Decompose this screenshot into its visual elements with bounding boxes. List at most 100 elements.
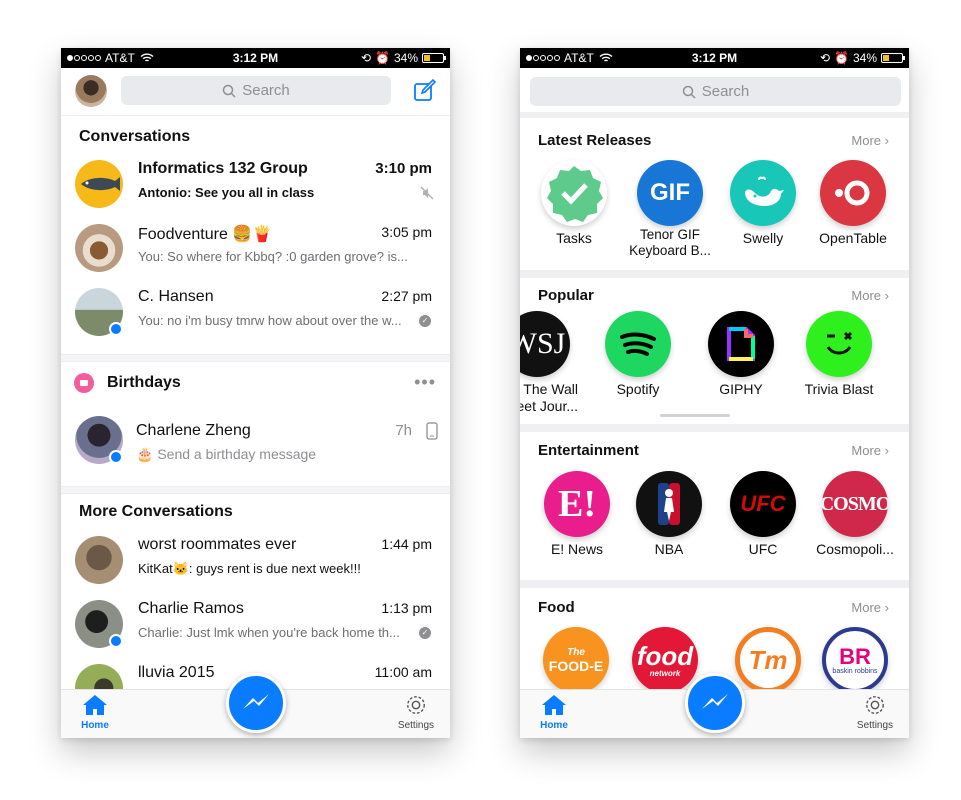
- tab-home[interactable]: Home: [524, 694, 584, 731]
- alarm-icon: ⏰: [375, 51, 390, 65]
- app-opentable[interactable]: OpenTable: [808, 160, 898, 247]
- app-swelly[interactable]: Swelly: [718, 160, 808, 247]
- section-divider: [520, 580, 909, 588]
- section-title-food: Food: [538, 599, 575, 616]
- status-bar: AT&T 3:12 PM ⟲ ⏰ 34%: [520, 48, 909, 68]
- app-giphy[interactable]: GIPHY: [696, 311, 786, 398]
- section-title-latest-releases: Latest Releases: [538, 132, 652, 149]
- app-tasks[interactable]: Tasks: [529, 160, 619, 247]
- profile-avatar[interactable]: [75, 75, 107, 107]
- rotation-lock-icon: ⟲: [819, 51, 831, 65]
- compose-icon[interactable]: [413, 79, 437, 103]
- gear-icon: [407, 696, 425, 714]
- horizontal-scroll-indicator: [660, 414, 730, 417]
- messenger-badge-icon: [109, 450, 123, 464]
- conversation-row[interactable]: Informatics 132 Group Antonio: See you a…: [61, 154, 450, 218]
- group-avatar: [75, 224, 123, 272]
- messenger-bolt-icon: [701, 694, 728, 709]
- more-options-icon[interactable]: •••: [414, 372, 436, 393]
- home-icon: [83, 695, 107, 715]
- messenger-home-screen: AT&T 3:12 PM ⟲ ⏰ 34% Search Conversation…: [61, 48, 450, 738]
- top-bar: Search: [520, 68, 909, 114]
- conversation-row[interactable]: Foodventure 🍔🍟 You: So where for Kbbq? :…: [61, 218, 450, 282]
- food-e-icon: The FOOD-E: [543, 627, 609, 693]
- search-bar[interactable]: Search: [121, 76, 391, 105]
- app-cosmopolitan[interactable]: COSMO Cosmopoli...: [810, 471, 900, 558]
- section-divider: [520, 112, 909, 118]
- spotify-icon: [605, 311, 671, 377]
- new-message-button[interactable]: [684, 673, 745, 733]
- more-link[interactable]: More ›: [851, 288, 889, 303]
- battery-icon: [881, 53, 905, 63]
- trivia-face-icon: [806, 311, 872, 377]
- tab-settings[interactable]: Settings: [386, 694, 446, 731]
- cosmo-icon: COSMO: [822, 471, 888, 537]
- whale-icon: [730, 160, 796, 226]
- nba-icon: [636, 471, 702, 537]
- search-icon: [222, 84, 236, 98]
- food-network-icon: food network: [632, 627, 698, 693]
- mobile-phone-icon: [426, 422, 438, 440]
- battery-icon: [422, 53, 446, 63]
- baskin-robbins-icon: BR baskin robbins: [822, 627, 888, 693]
- search-placeholder: Search: [242, 82, 290, 99]
- search-icon: [682, 85, 696, 99]
- new-message-button[interactable]: [225, 673, 286, 733]
- more-conversations-heading: More Conversations: [79, 503, 233, 520]
- app-baskin-robbins[interactable]: BR baskin robbins: [810, 627, 900, 693]
- conversation-row[interactable]: worst roommates ever KitKat🐱: guys rent …: [61, 530, 450, 594]
- top-bar: Search: [61, 68, 450, 116]
- messenger-bolt-icon: [242, 694, 269, 709]
- section-divider: [520, 424, 909, 432]
- birthdays-heading: Birthdays: [107, 374, 181, 391]
- conversations-heading: Conversations: [79, 128, 191, 145]
- app-food-e[interactable]: The FOOD-E: [531, 627, 621, 693]
- alarm-icon: ⏰: [834, 51, 849, 65]
- seen-check-icon: ✓: [419, 315, 431, 327]
- wsj-icon: WSJ: [520, 311, 570, 377]
- rotation-lock-icon: ⟲: [360, 51, 372, 65]
- app-trivia-blast[interactable]: Trivia Blast: [794, 311, 884, 398]
- conversation-row[interactable]: C. Hansen You: no i'm busy tmrw how abou…: [61, 282, 450, 346]
- opentable-icon: [820, 160, 886, 226]
- conversation-row[interactable]: Charlie Ramos Charlie: Just lmk when you…: [61, 594, 450, 658]
- search-bar[interactable]: Search: [530, 77, 901, 106]
- seen-check-icon: ✓: [419, 627, 431, 639]
- more-link[interactable]: More ›: [851, 443, 889, 458]
- birthday-action[interactable]: 🎂 Send a birthday message: [136, 446, 406, 463]
- home-icon: [542, 695, 566, 715]
- ufc-icon: UFC: [730, 471, 796, 537]
- messenger-badge-icon: [109, 634, 123, 648]
- group-avatar: [75, 536, 123, 584]
- app-nba[interactable]: NBA: [624, 471, 714, 558]
- more-link[interactable]: More ›: [851, 133, 889, 148]
- tm-icon: Tm: [735, 627, 801, 693]
- status-bar: AT&T 3:12 PM ⟲ ⏰ 34%: [61, 48, 450, 68]
- app-ufc[interactable]: UFC UFC: [718, 471, 808, 558]
- section-divider: [61, 354, 450, 362]
- tab-home[interactable]: Home: [65, 694, 125, 731]
- tenor-gif-icon: GIF: [637, 160, 703, 226]
- birthday-cake-icon: [74, 373, 94, 393]
- search-placeholder: Search: [701, 83, 750, 100]
- app-spotify[interactable]: Spotify: [593, 311, 683, 398]
- muted-icon: [420, 186, 434, 200]
- section-title-entertainment: Entertainment: [538, 442, 639, 459]
- section-title-popular: Popular: [538, 287, 594, 304]
- app-e-news[interactable]: E! E! News: [532, 471, 622, 558]
- birthday-row[interactable]: Charlene Zheng 🎂 Send a birthday message…: [61, 410, 450, 474]
- tab-settings[interactable]: Settings: [845, 694, 905, 731]
- section-divider: [61, 486, 450, 494]
- giphy-icon: [708, 311, 774, 377]
- tasks-icon: [541, 160, 607, 226]
- app-wsj[interactable]: WSJ The Wall Street Jour...: [520, 311, 578, 415]
- messenger-badge-icon: [109, 322, 123, 336]
- gear-icon: [866, 696, 884, 714]
- section-divider: [520, 270, 909, 278]
- more-link[interactable]: More ›: [851, 600, 889, 615]
- app-tenor-gif[interactable]: GIF Tenor GIF Keyboard B...: [625, 160, 715, 259]
- battery-percent: 34%: [852, 51, 877, 65]
- battery-percent: 34%: [393, 51, 418, 65]
- e-news-icon: E!: [544, 471, 610, 537]
- group-avatar: [75, 160, 123, 208]
